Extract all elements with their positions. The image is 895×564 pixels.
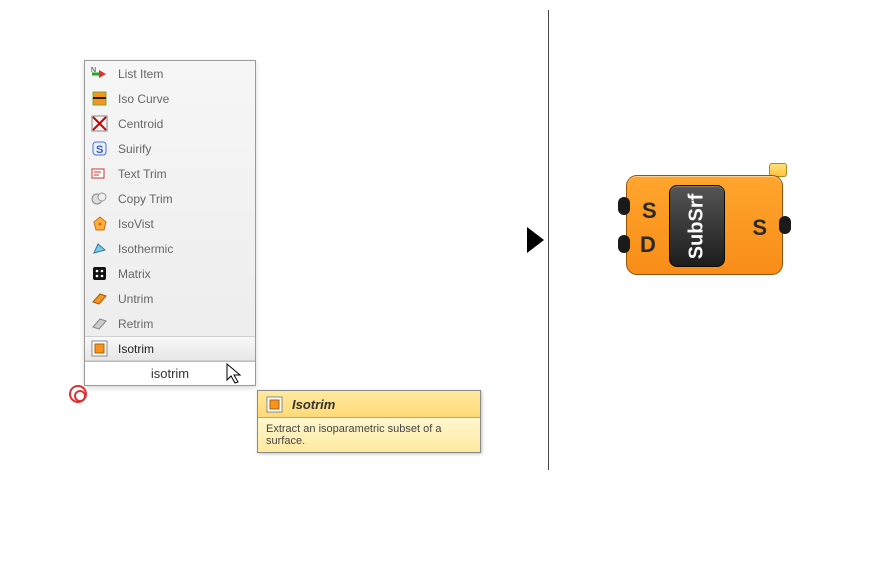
component-node[interactable]: S D S SubSrf — [626, 175, 783, 275]
component-search-panel[interactable]: N List Item Iso Curve Centroid S Suirify Text … — [84, 60, 256, 386]
svg-text:N: N — [91, 67, 96, 74]
menu-item-retrim[interactable]: Retrim — [85, 311, 255, 336]
search-input[interactable]: isotrim — [85, 361, 255, 385]
menu-item-label: Retrim — [118, 317, 153, 331]
menu-item-isothermic[interactable]: Isothermic — [85, 236, 255, 261]
tooltip-title: Isotrim — [292, 397, 335, 412]
input-grip-2[interactable] — [618, 235, 630, 253]
menu-item-matrix[interactable]: Matrix — [85, 261, 255, 286]
tooltip: Isotrim Extract an isoparametric subset … — [257, 390, 481, 453]
menu-item-label: Centroid — [118, 117, 163, 131]
menu-item-copy-trim[interactable]: Copy Trim — [85, 186, 255, 211]
centroid-icon — [87, 112, 111, 136]
suirify-icon: S — [87, 137, 111, 161]
menu-item-label: Text Trim — [118, 167, 167, 181]
matrix-icon — [87, 262, 111, 286]
menu-item-untrim[interactable]: Untrim — [85, 286, 255, 311]
menu-item-label: Isotrim — [118, 342, 154, 356]
copy-trim-icon — [87, 187, 111, 211]
isothermic-icon — [87, 237, 111, 261]
isotrim-icon — [264, 394, 284, 414]
menu-item-list-item[interactable]: N List Item — [85, 61, 255, 86]
input-port-d[interactable]: D — [640, 232, 656, 258]
menu-item-label: Untrim — [118, 292, 153, 306]
menu-item-label: Copy Trim — [118, 192, 173, 206]
iso-curve-icon — [87, 87, 111, 111]
component-core: SubSrf — [669, 185, 725, 267]
component-name: SubSrf — [686, 193, 709, 259]
menu-item-text-trim[interactable]: Text Trim — [85, 161, 255, 186]
output-port-s[interactable]: S — [752, 215, 767, 241]
arrow-right-icon — [527, 227, 544, 253]
menu-item-label: IsoVist — [118, 217, 154, 231]
menu-item-label: Suirify — [118, 142, 151, 156]
vertical-divider — [548, 10, 549, 470]
menu-item-label: List Item — [118, 67, 163, 81]
tooltip-body: Extract an isoparametric subset of a sur… — [258, 418, 480, 452]
menu-item-isotrim[interactable]: Isotrim — [85, 336, 255, 361]
svg-text:S: S — [96, 144, 103, 156]
list-item-icon: N — [87, 62, 111, 86]
canvas-target-icon — [69, 385, 87, 403]
isovist-icon — [87, 212, 111, 236]
output-grip-1[interactable] — [779, 216, 791, 234]
menu-item-isovist[interactable]: IsoVist — [85, 211, 255, 236]
retrim-icon — [87, 312, 111, 336]
menu-item-label: Matrix — [118, 267, 151, 281]
input-port-s[interactable]: S — [642, 198, 657, 224]
menu-item-label: Isothermic — [118, 242, 173, 256]
menu-item-suirify[interactable]: S Suirify — [85, 136, 255, 161]
menu-item-label: Iso Curve — [118, 92, 169, 106]
menu-item-iso-curve[interactable]: Iso Curve — [85, 86, 255, 111]
untrim-icon — [87, 287, 111, 311]
input-grip-1[interactable] — [618, 197, 630, 215]
text-trim-icon — [87, 162, 111, 186]
menu-item-centroid[interactable]: Centroid — [85, 111, 255, 136]
isotrim-icon — [87, 337, 111, 361]
